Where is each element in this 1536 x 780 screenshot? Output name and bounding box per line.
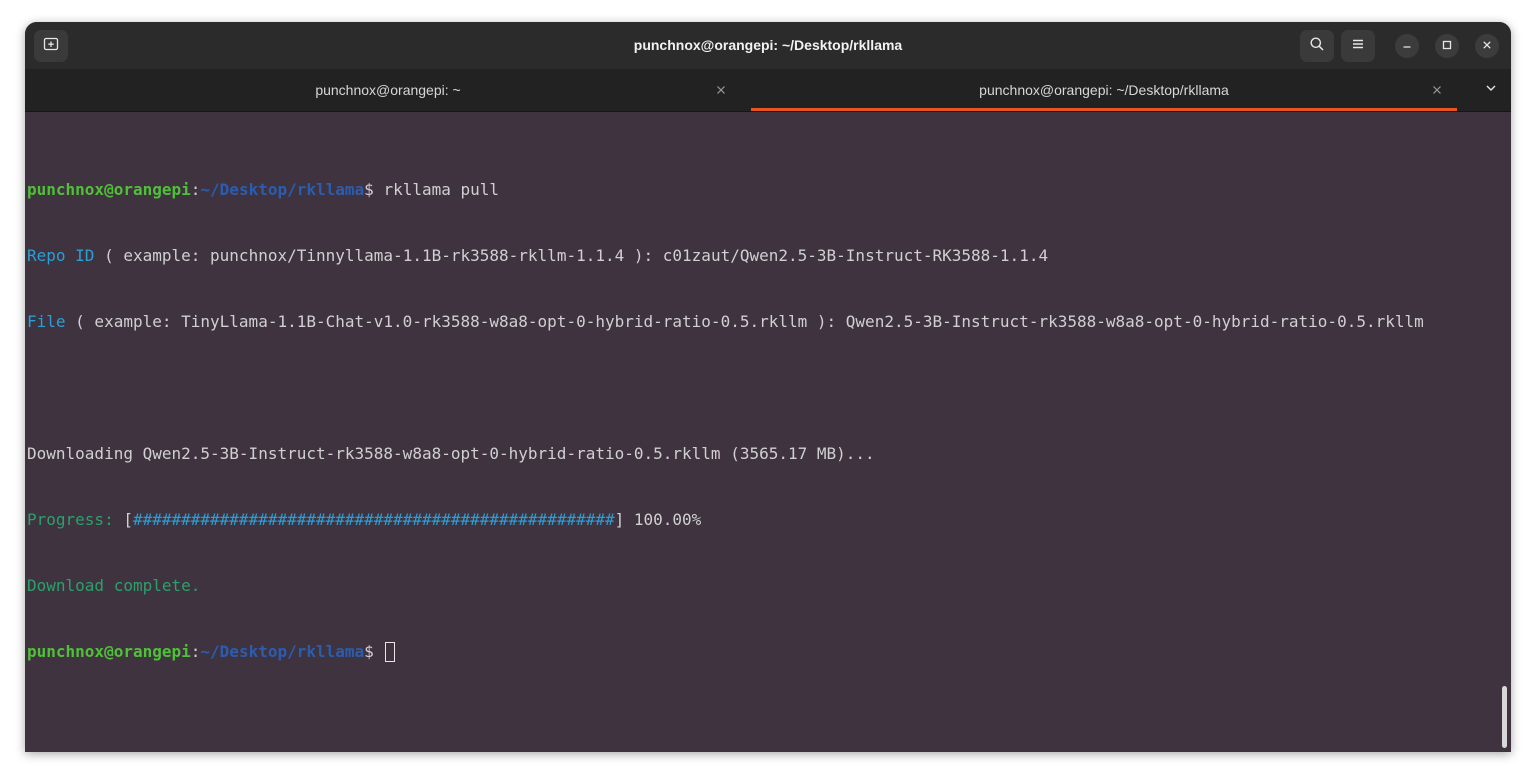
tab-close-icon[interactable] <box>1429 82 1445 98</box>
text-cursor <box>385 642 396 662</box>
repo-id-label: Repo ID <box>27 246 95 265</box>
prompt-user: punchnox@orangepi <box>27 180 191 199</box>
prompt-symbol: $ <box>364 642 384 661</box>
command-text: rkllama pull <box>383 180 500 199</box>
tab-home[interactable]: punchnox@orangepi: ~ <box>25 69 751 111</box>
terminal-line-progress: Progress: [#############################… <box>27 509 1424 531</box>
terminal-line-prompt: punchnox@orangepi:~/Desktop/rkllama$ <box>27 641 1424 663</box>
menu-button[interactable] <box>1341 30 1375 62</box>
search-icon <box>1309 36 1325 57</box>
terminal-line-file: File ( example: TinyLlama-1.1B-Chat-v1.0… <box>27 311 1424 333</box>
scrollbar-thumb[interactable] <box>1502 686 1507 748</box>
terminal-output[interactable]: punchnox@orangepi:~/Desktop/rkllama$ rkl… <box>25 112 1511 752</box>
terminal-line-complete: Download complete. <box>27 575 1424 597</box>
tab-label: punchnox@orangepi: ~/Desktop/rkllama <box>979 82 1229 98</box>
minimize-button[interactable] <box>1395 34 1419 58</box>
minimize-icon <box>1402 37 1412 55</box>
progress-percent: ] 100.00% <box>614 510 702 529</box>
prompt-user: punchnox@orangepi <box>27 642 191 661</box>
progress-bar: ########################################… <box>132 510 615 529</box>
download-complete-text: Download complete. <box>27 576 201 595</box>
file-text: ( example: TinyLlama-1.1B-Chat-v1.0-rk35… <box>65 312 1424 331</box>
close-button[interactable] <box>1475 34 1499 58</box>
close-icon <box>1482 37 1492 55</box>
prompt-path: ~/Desktop/rkllama <box>200 180 365 199</box>
progress-label: Progress: <box>27 510 124 529</box>
search-button[interactable] <box>1300 30 1334 62</box>
downloading-text: Downloading Qwen2.5-3B-Instruct-rk3588-w… <box>27 444 875 463</box>
chevron-down-icon <box>1485 81 1497 99</box>
tab-rkllama[interactable]: punchnox@orangepi: ~/Desktop/rkllama <box>751 69 1457 111</box>
tab-list-dropdown[interactable] <box>1471 69 1511 111</box>
hamburger-menu-icon <box>1350 36 1366 57</box>
repo-id-text: ( example: punchnox/Tinnyllama-1.1B-rk35… <box>94 246 1049 265</box>
terminal-line-repo: Repo ID ( example: punchnox/Tinnyllama-1… <box>27 245 1424 267</box>
terminal-line-downloading: Downloading Qwen2.5-3B-Instruct-rk3588-w… <box>27 443 1424 465</box>
window-title: punchnox@orangepi: ~/Desktop/rkllama <box>633 37 903 53</box>
prompt-colon: : <box>190 180 201 199</box>
maximize-button[interactable] <box>1435 34 1459 58</box>
file-label: File <box>27 312 66 331</box>
terminal-line-command: punchnox@orangepi:~/Desktop/rkllama$ rkl… <box>27 179 1424 201</box>
prompt-colon: : <box>190 642 201 661</box>
title-bar: punchnox@orangepi: ~/Desktop/rkllama <box>25 22 1511 69</box>
progress-open: [ <box>123 510 133 529</box>
prompt-symbol: $ <box>364 180 384 199</box>
tab-bar: punchnox@orangepi: ~ punchnox@orangepi: … <box>25 69 1511 112</box>
tab-label: punchnox@orangepi: ~ <box>315 82 461 98</box>
prompt-path: ~/Desktop/rkllama <box>200 642 365 661</box>
tab-close-icon[interactable] <box>713 82 729 98</box>
maximize-icon <box>1442 37 1452 55</box>
active-tab-indicator <box>751 108 1457 111</box>
terminal-window: punchnox@orangepi: ~/Desktop/rkllama pun… <box>25 22 1511 752</box>
